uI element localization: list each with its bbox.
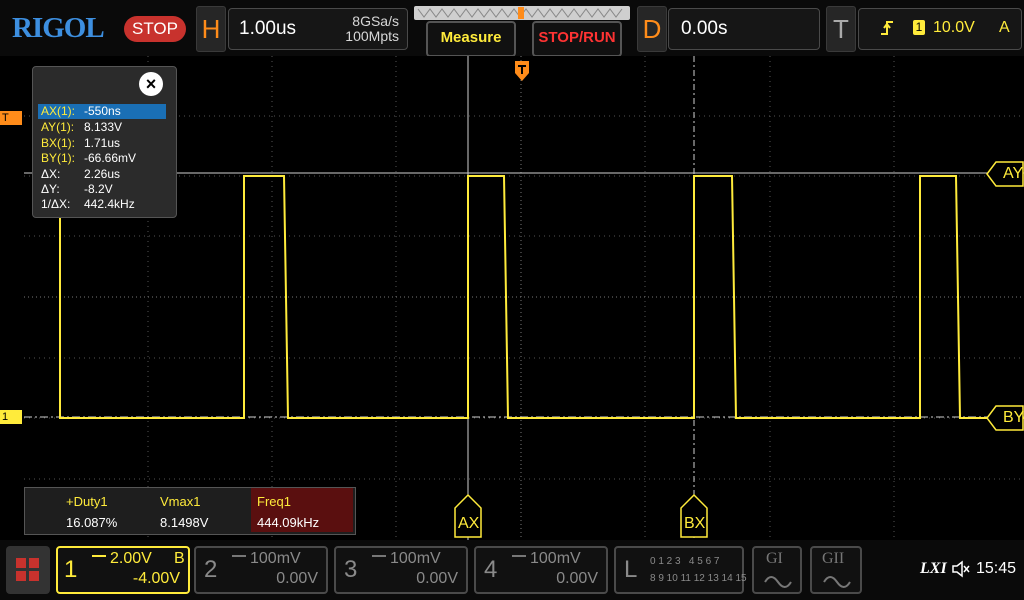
channel4-scale: 100mV	[530, 550, 581, 567]
cursor-row-inv-delta-x: 1/ΔX: 442.4kHz	[38, 197, 166, 212]
channel2-box[interactable]: 2 100mV 0.00V	[194, 546, 328, 594]
channel4-box[interactable]: 4 100mV 0.00V	[474, 546, 608, 594]
clock-time: 15:45	[976, 560, 1017, 577]
cursor-key: ΔY:	[41, 182, 60, 196]
channel2-scale: 100mV	[250, 550, 301, 567]
grid-menu-icon	[16, 558, 39, 581]
generator2-label: GII	[822, 550, 845, 567]
cursor-value: 442.4kHz	[84, 197, 135, 211]
close-icon[interactable]: ×	[139, 72, 163, 96]
channel1-number: 1	[64, 556, 78, 583]
trigger-position-marker[interactable]	[514, 60, 530, 82]
generator1-label: GI	[766, 550, 783, 567]
channel2-number: 2	[204, 556, 218, 583]
cursor-tag-ay: AY	[1003, 165, 1024, 182]
channel3-scale: 100mV	[390, 550, 441, 567]
generator2-button[interactable]: GII	[810, 546, 862, 594]
sine-wave-icon	[764, 576, 792, 588]
channel1-ground-marker[interactable]: 1	[0, 410, 22, 424]
trigger-edge-icon	[881, 21, 893, 35]
stop-run-button[interactable]: STOP/RUN	[532, 21, 622, 57]
duty-value: 16.087%	[66, 515, 118, 530]
channel3-number: 3	[344, 556, 358, 583]
channel2-offset: 0.00V	[276, 570, 318, 587]
vmax-label: Vmax1	[160, 494, 201, 509]
cursor-tag-bx: BX	[684, 515, 706, 532]
channel4-number: 4	[484, 556, 498, 583]
logic-channels-row1: 0 1 2 3 4 5 6 7	[650, 556, 720, 567]
delay-panel[interactable]: 0.00s	[668, 8, 820, 50]
logic-channels-row2: 8 9 10 11 12 13 14 15	[650, 573, 747, 584]
cursor-value: -66.66mV	[84, 151, 137, 165]
cursor-row-delta-y: ΔY: -8.2V	[38, 182, 166, 197]
cursor-row-ay: AY(1): 8.133V	[38, 120, 166, 135]
trigger-level-marker[interactable]: T	[0, 111, 22, 125]
cursor-value: -550ns	[84, 104, 121, 118]
sine-wave-icon	[823, 576, 851, 588]
memory-zigzag	[417, 7, 623, 19]
cursor-row-delta-x: ΔX: 2.26us	[38, 167, 166, 182]
menu-button[interactable]	[6, 546, 50, 594]
cursor-key: 1/ΔX:	[41, 197, 71, 211]
dc-coupling-icon	[372, 555, 386, 557]
freq-value: 444.09kHz	[257, 515, 320, 530]
trigger-mode: A	[999, 19, 1010, 36]
sample-rate: 8GSa/s	[352, 13, 399, 29]
generator1-button[interactable]: GI	[752, 546, 802, 594]
vmax-value: 8.1498V	[160, 515, 209, 530]
memory-depth: 100Mpts	[345, 28, 399, 44]
timebase-value: 1.00us	[239, 18, 297, 39]
cursor-value: -8.2V	[84, 182, 113, 196]
dc-coupling-icon	[92, 555, 106, 567]
duty-label: +Duty1	[66, 494, 108, 509]
measure-button[interactable]: Measure	[426, 21, 516, 57]
channel4-offset: 0.00V	[556, 570, 598, 587]
rigol-logo: RIGOL	[12, 12, 105, 44]
cursor-value: 8.133V	[84, 120, 123, 134]
channel1-offset: -4.00V	[132, 570, 180, 587]
delay-value: 0.00s	[681, 18, 728, 39]
dc-coupling-icon	[232, 555, 246, 557]
cursor-row-bx: BX(1): 1.71us	[38, 136, 166, 151]
cursor-tag-by: BY	[1003, 409, 1024, 426]
cursor-row-ax: AX(1): -550ns	[38, 104, 166, 119]
trigger-panel[interactable]: 1 10.0V A	[858, 8, 1022, 50]
dc-coupling-icon	[512, 555, 526, 557]
trigger-level: 10.0V	[933, 19, 975, 36]
cursor-tag-ax: AX	[458, 515, 480, 532]
lxi-logo: LXI	[920, 560, 947, 577]
delay-label[interactable]: D	[637, 6, 667, 52]
channel3-box[interactable]: 3 100mV 0.00V	[334, 546, 468, 594]
speaker-muted-icon[interactable]	[951, 560, 971, 578]
cursor-value: 2.26us	[84, 167, 121, 181]
channel1-box[interactable]: 1 2.00V B -4.00V	[56, 546, 190, 594]
channel3-offset: 0.00V	[416, 570, 458, 587]
cursor-key: BY(1):	[41, 151, 76, 165]
cursor-row-by: BY(1): -66.66mV	[38, 151, 166, 166]
logic-label: L	[624, 556, 638, 583]
channel1-bw-limit: B	[174, 550, 185, 567]
horizontal-label[interactable]: H	[196, 6, 226, 52]
cursor-key: BX(1):	[41, 136, 76, 150]
cursor-key: ΔX:	[41, 167, 61, 181]
cursor-value: 1.71us	[84, 136, 121, 150]
trigger-label[interactable]: T	[826, 6, 856, 52]
freq-label: Freq1	[257, 494, 291, 509]
cursor-key: AX(1):	[41, 104, 76, 118]
horizontal-panel[interactable]: 1.00us 8GSa/s 100Mpts	[228, 8, 408, 50]
channel1-scale: 2.00V	[110, 550, 152, 567]
memory-position-bar[interactable]	[414, 6, 630, 20]
trigger-source-badge: 1	[913, 20, 925, 35]
logic-analyzer-box[interactable]: L 0 1 2 3 4 5 6 7 8 9 10 11 12 13 14 15	[614, 546, 747, 594]
run-state-badge[interactable]: STOP	[124, 16, 186, 42]
cursor-key: AY(1):	[41, 120, 75, 134]
